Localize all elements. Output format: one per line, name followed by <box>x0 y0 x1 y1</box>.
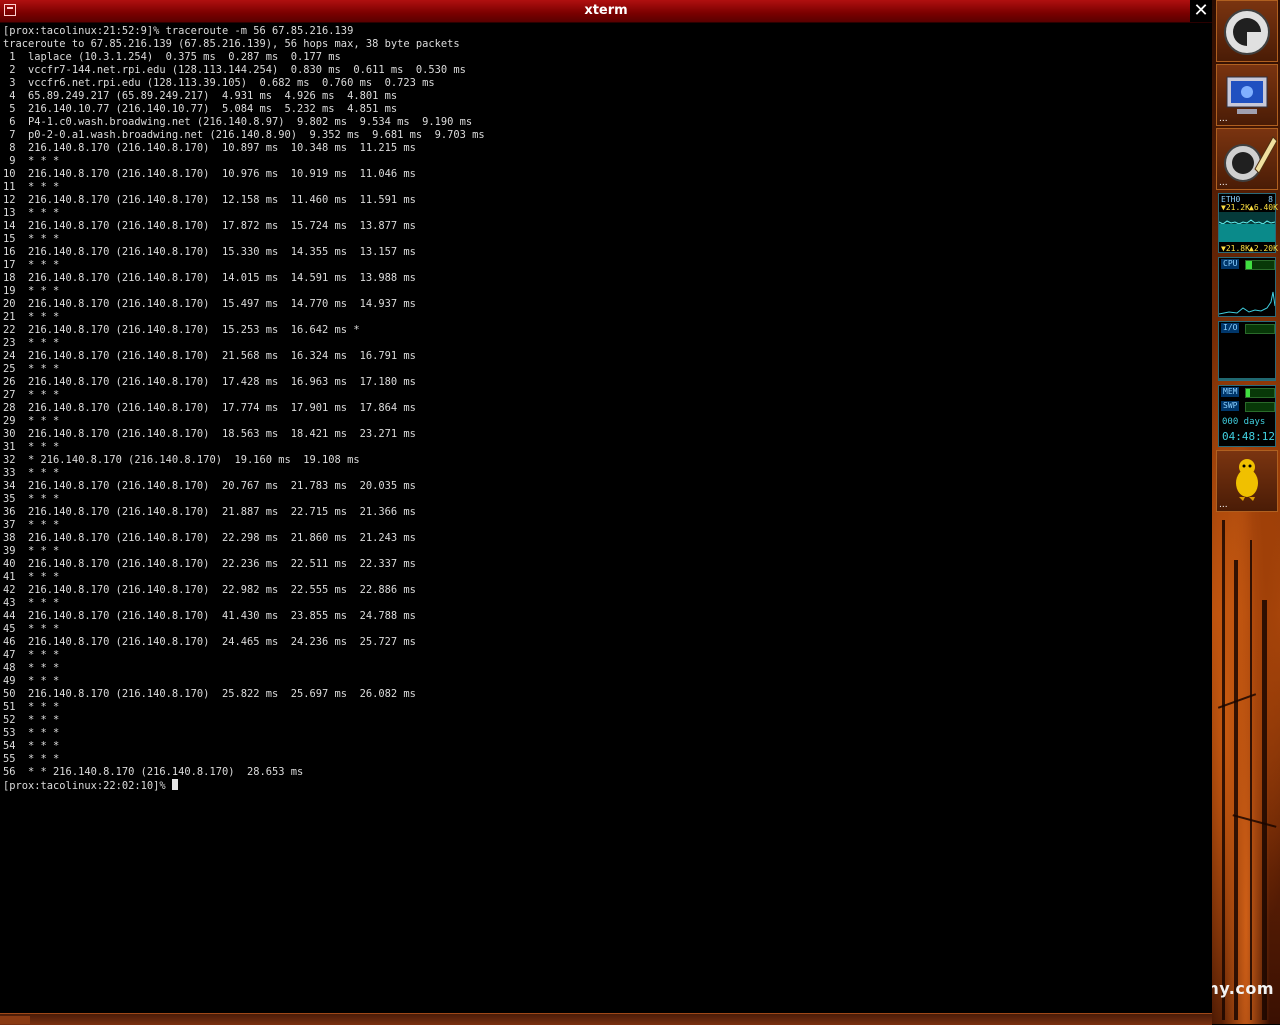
terminal-line: 8 216.140.8.170 (216.140.8.170) 10.897 m… <box>3 142 416 154</box>
terminal-line: [prox:tacolinux:21:52:9]% traceroute -m … <box>3 25 354 37</box>
io-label: I/O <box>1221 323 1240 333</box>
uptime-clock: 04:48:12 <box>1222 430 1275 443</box>
cpu-graph <box>1219 291 1275 315</box>
terminal-line: 25 * * * <box>3 363 60 375</box>
terminal-line: 48 * * * <box>3 662 60 674</box>
terminal-line: 6 P4-1.c0.wash.broadwing.net (216.140.8.… <box>3 116 473 128</box>
terminal-line: 4 65.89.249.217 (65.89.249.217) 4.931 ms… <box>3 90 398 102</box>
dock-tile-1[interactable] <box>1216 0 1278 62</box>
swap-bar <box>1245 402 1275 412</box>
window-bottom-border[interactable] <box>0 1013 1212 1025</box>
terminal-line: 40 216.140.8.170 (216.140.8.170) 22.236 … <box>3 558 416 570</box>
prompt-line[interactable]: [prox:tacolinux:22:02:10]% <box>3 779 1208 792</box>
terminal-line: 38 216.140.8.170 (216.140.8.170) 22.298 … <box>3 532 416 544</box>
cpu-monitor[interactable]: CPU <box>1218 257 1276 317</box>
terminal-line: 18 216.140.8.170 (216.140.8.170) 14.015 … <box>3 272 416 284</box>
terminal-line: 11 * * * <box>3 181 60 193</box>
resize-grip[interactable] <box>0 1016 30 1024</box>
terminal-line: 36 216.140.8.170 (216.140.8.170) 21.887 … <box>3 506 416 518</box>
terminal-line: 3 vccfr6.net.rpi.edu (128.113.39.105) 0.… <box>3 77 435 89</box>
gimp-like-icon <box>1224 9 1270 55</box>
terminal-line: 28 216.140.8.170 (216.140.8.170) 17.774 … <box>3 402 416 414</box>
close-button[interactable]: ✕ <box>1190 0 1212 22</box>
uptime-days: 000 days <box>1222 417 1266 427</box>
terminal-line: 14 216.140.8.170 (216.140.8.170) 17.872 … <box>3 220 416 232</box>
terminal-line: 29 * * * <box>3 415 60 427</box>
terminal-line: 27 * * * <box>3 389 60 401</box>
dock-tile-penguin[interactable]: ... <box>1216 450 1278 512</box>
terminal-line: 13 * * * <box>3 207 60 219</box>
net-rx2: ▼21.8K <box>1221 244 1250 253</box>
terminal-line: 12 216.140.8.170 (216.140.8.170) 12.158 … <box>3 194 416 206</box>
terminal-line: 30 216.140.8.170 (216.140.8.170) 18.563 … <box>3 428 416 440</box>
terminal-line: 51 * * * <box>3 701 60 713</box>
terminal-line: 41 * * * <box>3 571 60 583</box>
network-monitor[interactable]: ETH0 8 ▼21.2K ▲6.40K ▼21.8K ▲2.20K <box>1218 193 1278 253</box>
text-cursor <box>171 779 178 790</box>
desktop-text: my.com <box>1202 979 1274 998</box>
terminal-line: 19 * * * <box>3 285 60 297</box>
terminal-line: 39 * * * <box>3 545 60 557</box>
mem-bar <box>1245 388 1275 398</box>
terminal-line: 10 216.140.8.170 (216.140.8.170) 10.976 … <box>3 168 416 180</box>
terminal-line: 5 216.140.10.77 (216.140.10.77) 5.084 ms… <box>3 103 398 115</box>
dock-tile-2[interactable]: ... <box>1216 64 1278 126</box>
io-bar <box>1245 324 1275 334</box>
terminal-line: 1 laplace (10.3.1.254) 0.375 ms 0.287 ms… <box>3 51 341 63</box>
cpu-bar <box>1245 260 1275 270</box>
net-tx2: ▲2.20K <box>1249 244 1278 253</box>
terminal-line: 50 216.140.8.170 (216.140.8.170) 25.822 … <box>3 688 416 700</box>
terminal-line: 47 * * * <box>3 649 60 661</box>
swp-label: SWP <box>1221 401 1240 411</box>
net-tx: ▲6.40K <box>1249 203 1278 212</box>
net-rx: ▼21.2K <box>1221 203 1250 212</box>
terminal-output[interactable]: [prox:tacolinux:21:52:9]% traceroute -m … <box>3 25 1208 1010</box>
window-title: xterm <box>584 3 628 18</box>
cpu-label: CPU <box>1221 259 1240 269</box>
terminal-line: 34 216.140.8.170 (216.140.8.170) 20.767 … <box>3 480 416 492</box>
terminal-line: 44 216.140.8.170 (216.140.8.170) 41.430 … <box>3 610 416 622</box>
terminal-line: 54 * * * <box>3 740 60 752</box>
terminal-line: 2 vccfr7-144.net.rpi.edu (128.113.144.25… <box>3 64 466 76</box>
terminal-line: 26 216.140.8.170 (216.140.8.170) 17.428 … <box>3 376 416 388</box>
terminal-line: 37 * * * <box>3 519 60 531</box>
terminal-line: 20 216.140.8.170 (216.140.8.170) 15.497 … <box>3 298 416 310</box>
terminal-line: 45 * * * <box>3 623 60 635</box>
terminal-line: 42 216.140.8.170 (216.140.8.170) 22.982 … <box>3 584 416 596</box>
terminal-line: 21 * * * <box>3 311 60 323</box>
net-graph <box>1219 212 1275 242</box>
terminal-line: 52 * * * <box>3 714 60 726</box>
dock: ... ... ETH0 8 ▼21.2K ▲6.40K ▼21.8K ▲2.2… <box>1216 0 1280 520</box>
memory-monitor[interactable]: MEM SWP 000 days 04:48:12 <box>1218 385 1276 447</box>
terminal-line: 7 p0-2-0.a1.wash.broadwing.net (216.140.… <box>3 129 485 141</box>
terminal-line: 43 * * * <box>3 597 60 609</box>
terminal-line: 17 * * * <box>3 259 60 271</box>
terminal-line: 22 216.140.8.170 (216.140.8.170) 15.253 … <box>3 324 360 336</box>
terminal-line: 56 * * 216.140.8.170 (216.140.8.170) 28.… <box>3 766 304 778</box>
shell-prompt: [prox:tacolinux:22:02:10]% <box>3 780 172 792</box>
terminal-line: 9 * * * <box>3 155 60 167</box>
terminal-line: 53 * * * <box>3 727 60 739</box>
terminal-line: 16 216.140.8.170 (216.140.8.170) 15.330 … <box>3 246 416 258</box>
terminal-line: 55 * * * <box>3 753 60 765</box>
mem-label: MEM <box>1221 387 1240 397</box>
io-graph <box>1219 378 1275 380</box>
io-monitor[interactable]: I/O <box>1218 321 1276 381</box>
terminal-line: 23 * * * <box>3 337 60 349</box>
xterm-window[interactable]: xterm ✕ [prox:tacolinux:21:52:9]% tracer… <box>0 0 1212 1025</box>
tile-dots: ... <box>1219 178 1228 188</box>
tile-dots: ... <box>1219 500 1228 510</box>
dock-tile-3[interactable]: ... <box>1216 128 1278 190</box>
tile-dots: ... <box>1219 114 1228 124</box>
terminal-line: 32 * 216.140.8.170 (216.140.8.170) 19.16… <box>3 454 360 466</box>
terminal-line: 31 * * * <box>3 441 60 453</box>
terminal-line: 24 216.140.8.170 (216.140.8.170) 21.568 … <box>3 350 416 362</box>
terminal-line: 35 * * * <box>3 493 60 505</box>
terminal-line: 46 216.140.8.170 (216.140.8.170) 24.465 … <box>3 636 416 648</box>
terminal-line: traceroute to 67.85.216.139 (67.85.216.1… <box>3 38 460 50</box>
terminal-line: 33 * * * <box>3 467 60 479</box>
terminal-line: 49 * * * <box>3 675 60 687</box>
terminal-line: 15 * * * <box>3 233 60 245</box>
title-bar[interactable]: xterm ✕ <box>0 0 1212 23</box>
